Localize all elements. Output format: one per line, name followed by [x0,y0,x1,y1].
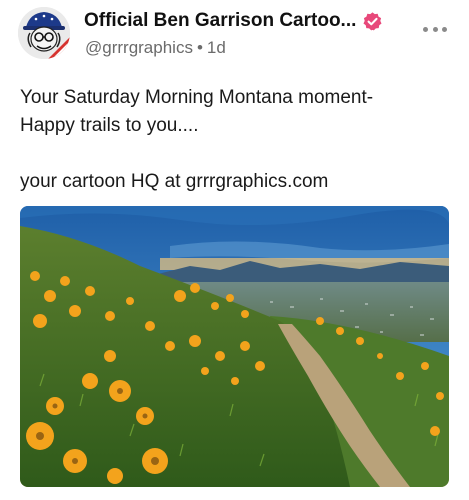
post-text-line: Happy trails to you.... [20,115,199,136]
post-image[interactable] [20,206,449,487]
verified-badge-icon [362,11,383,32]
post-text-line: Your Saturday Morning Montana moment- [20,87,374,108]
meta-separator: • [196,38,203,57]
more-dot [423,26,428,32]
post-text-line: your cartoon HQ at grrrgraphics.com [20,171,329,192]
post-card: Official Ben Garrison Cartoo... @grrrgra… [0,0,469,500]
post-timestamp[interactable]: 1d [207,38,226,57]
more-options-icon[interactable] [423,24,447,34]
more-dot [442,26,447,32]
avatar[interactable] [18,7,70,59]
post-text: Your Saturday Morning Montana moment- Ha… [20,84,450,196]
author-name-row: Official Ben Garrison Cartoo... [84,10,383,32]
author-name[interactable]: Official Ben Garrison Cartoo... [84,10,356,32]
more-dot [432,26,438,32]
post-meta: @grrrgraphics • 1d [85,38,226,58]
author-handle[interactable]: @grrrgraphics [85,38,193,57]
